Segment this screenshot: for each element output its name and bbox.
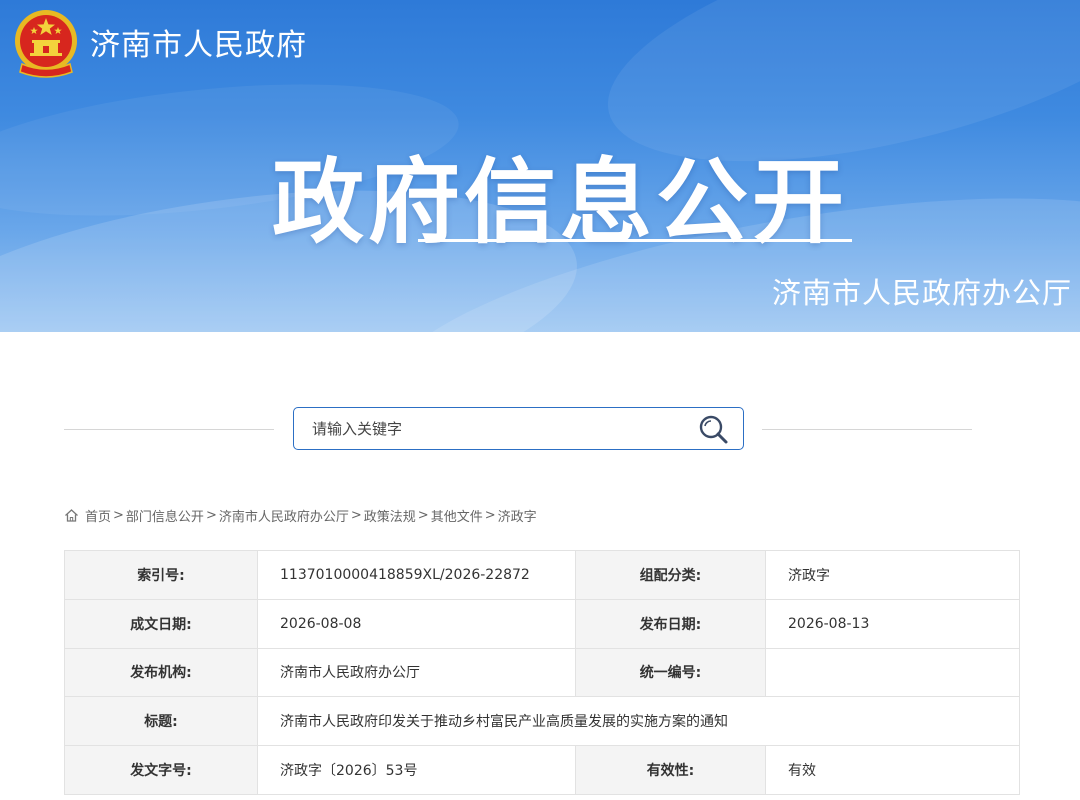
divider-line bbox=[762, 429, 972, 430]
breadcrumb-item-other-docs[interactable]: 其他文件 bbox=[431, 506, 483, 525]
breadcrumb: 首页 > 部门信息公开 > 济南市人民政府办公厅 > 政策法规 > 其他文件 >… bbox=[64, 506, 537, 525]
title-value: 济南市人民政府印发关于推动乡村富民产业高质量发展的实施方案的通知 bbox=[257, 696, 1020, 747]
unified-no-label: 统一编号: bbox=[575, 647, 766, 698]
title-underline bbox=[418, 239, 852, 242]
breadcrumb-separator: > bbox=[484, 508, 496, 523]
table-row: 发文字号: 济政字〔2026〕53号 有效性: 有效 bbox=[64, 745, 1020, 795]
table-row: 发布机构: 济南市人民政府办公厅 统一编号: bbox=[64, 647, 1020, 698]
search-icon[interactable] bbox=[695, 412, 733, 446]
written-date-label: 成文日期: bbox=[64, 598, 258, 649]
national-emblem-icon[interactable] bbox=[12, 8, 80, 80]
document-info-table: 索引号: 1137010000418859XL/2026-22872 组配分类:… bbox=[64, 550, 1020, 795]
doc-no-value: 济政字〔2026〕53号 bbox=[257, 745, 576, 795]
index-no-value: 1137010000418859XL/2026-22872 bbox=[257, 550, 576, 600]
breadcrumb-separator: > bbox=[113, 508, 124, 523]
table-row: 索引号: 1137010000418859XL/2026-22872 组配分类:… bbox=[64, 550, 1020, 600]
divider-line bbox=[64, 429, 274, 430]
breadcrumb-item-dept-info[interactable]: 部门信息公开 bbox=[126, 506, 204, 525]
category-label: 组配分类: bbox=[575, 550, 766, 600]
title-label: 标题: bbox=[64, 696, 258, 747]
unified-no-value bbox=[765, 647, 1020, 698]
home-icon bbox=[65, 509, 78, 522]
index-no-label: 索引号: bbox=[64, 550, 258, 600]
validity-value: 有效 bbox=[765, 745, 1020, 795]
written-date-value: 2026-08-08 bbox=[257, 598, 576, 649]
validity-label: 有效性: bbox=[575, 745, 766, 795]
category-value: 济政字 bbox=[765, 550, 1020, 600]
office-name: 济南市人民政府办公厅 bbox=[771, 276, 1072, 310]
header-banner: 济南市人民政府 政府信息公开 济南市人民政府办公厅 bbox=[0, 0, 1080, 332]
search-input[interactable] bbox=[294, 408, 674, 449]
breadcrumb-separator: > bbox=[350, 508, 362, 523]
breadcrumb-separator: > bbox=[417, 508, 429, 523]
breadcrumb-separator: > bbox=[205, 508, 217, 523]
site-name[interactable]: 济南市人民政府 bbox=[90, 20, 307, 64]
breadcrumb-item-home[interactable]: 首页 bbox=[85, 506, 111, 525]
search-box bbox=[293, 407, 744, 450]
table-row: 成文日期: 2026-08-08 发布日期: 2026-08-13 bbox=[64, 598, 1020, 649]
issuer-label: 发布机构: bbox=[64, 647, 258, 698]
publish-date-label: 发布日期: bbox=[575, 598, 766, 649]
table-row: 标题: 济南市人民政府印发关于推动乡村富民产业高质量发展的实施方案的通知 bbox=[64, 696, 1020, 747]
doc-no-label: 发文字号: bbox=[64, 745, 258, 795]
breadcrumb-item-office[interactable]: 济南市人民政府办公厅 bbox=[219, 506, 349, 525]
issuer-value: 济南市人民政府办公厅 bbox=[257, 647, 576, 698]
publish-date-value: 2026-08-13 bbox=[765, 598, 1020, 649]
breadcrumb-item-policy[interactable]: 政策法规 bbox=[364, 506, 416, 525]
breadcrumb-item-jizhengzi[interactable]: 济政字 bbox=[498, 506, 537, 525]
